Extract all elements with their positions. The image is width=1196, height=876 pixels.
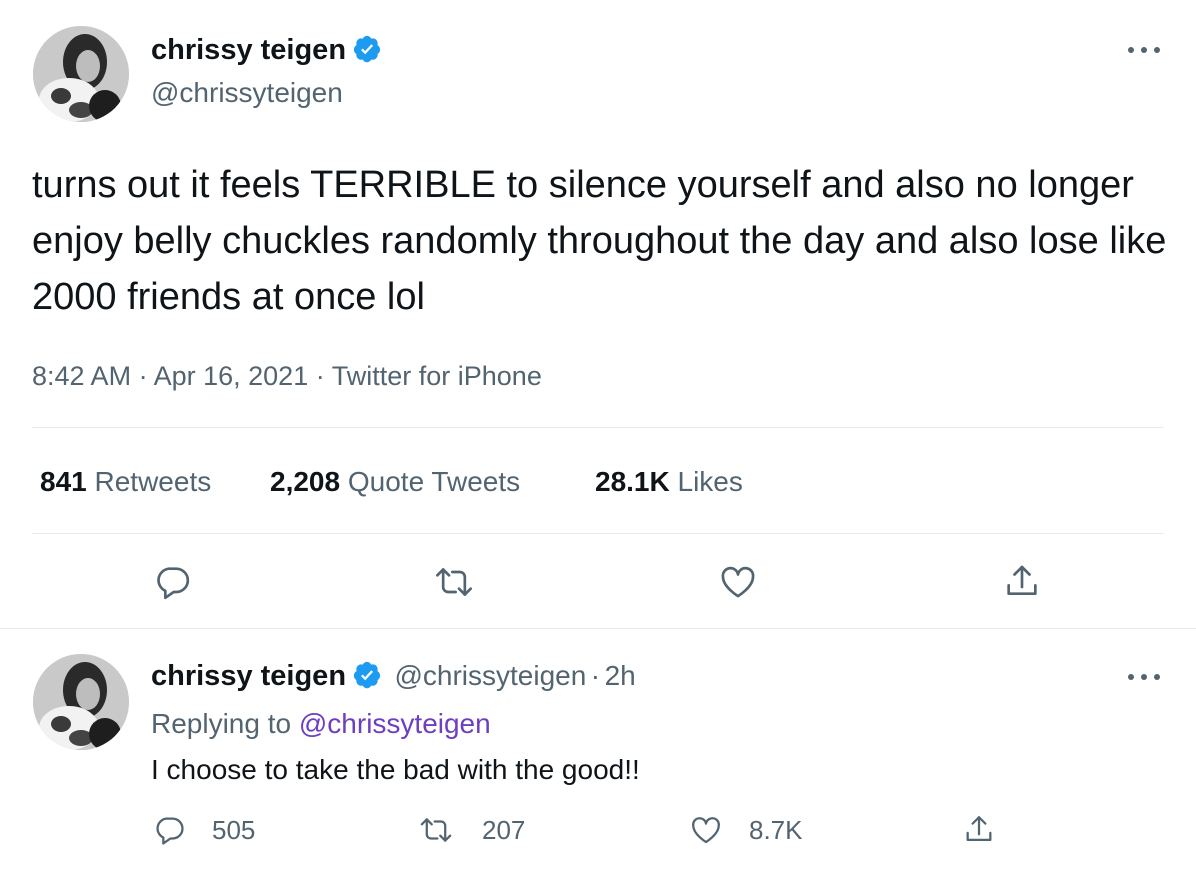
- retweet-button[interactable]: 207: [418, 813, 525, 847]
- stat-likes[interactable]: 28.1K Likes: [595, 466, 743, 498]
- reply-count: 505: [212, 814, 256, 845]
- meta-separator: ·: [315, 361, 325, 391]
- replying-to-handle[interactable]: @chrissyteigen: [299, 708, 491, 739]
- reply-time[interactable]: 2h: [605, 660, 636, 691]
- reply-icon: [157, 567, 190, 600]
- divider: [32, 533, 1164, 534]
- quotes-label: Quote Tweets: [347, 466, 521, 497]
- avatar-photo: [33, 654, 129, 750]
- more-options-icon[interactable]: [1128, 45, 1162, 55]
- replying-to-prefix: Replying to: [151, 708, 292, 739]
- like-button[interactable]: [718, 562, 758, 602]
- retweet-button[interactable]: [433, 562, 475, 602]
- retweets-count: 841: [40, 466, 87, 497]
- reply-author-name[interactable]: chrissy teigen: [151, 660, 346, 692]
- reply-button[interactable]: [152, 562, 192, 602]
- verified-badge-icon: [352, 660, 382, 690]
- reply-author-handle[interactable]: @chrissyteigen: [394, 660, 586, 691]
- retweets-label: Retweets: [94, 466, 212, 497]
- reply-icon: [156, 817, 184, 845]
- reply-text: I choose to take the bad with the good!!: [151, 754, 640, 785]
- more-options-icon[interactable]: [1128, 672, 1162, 682]
- tweet-time[interactable]: 8:42 AM: [32, 361, 131, 391]
- retweet-count: 207: [482, 814, 526, 845]
- reply-author-row: chrissy teigen @chrissyteigen · 2h: [151, 660, 636, 693]
- retweet-icon: [420, 818, 452, 842]
- share-icon: [966, 816, 992, 842]
- author-name[interactable]: chrissy teigen: [151, 34, 346, 66]
- tweet-source[interactable]: Twitter for iPhone: [332, 361, 542, 391]
- likes-label: Likes: [677, 466, 743, 497]
- share-button[interactable]: [1002, 562, 1042, 602]
- like-count: 8.7K: [749, 814, 803, 845]
- tweet-text: turns out it feels TERRIBLE to silence y…: [32, 164, 1167, 318]
- avatar[interactable]: [33, 26, 129, 122]
- divider: [0, 628, 1196, 629]
- replying-to-line: Replying to @chrissyteigen: [151, 708, 491, 740]
- like-button[interactable]: 8.7K: [689, 813, 803, 847]
- reply-button[interactable]: 505: [152, 813, 255, 847]
- stat-quote-tweets[interactable]: 2,208 Quote Tweets: [270, 466, 520, 498]
- stat-retweets[interactable]: 841 Retweets: [40, 466, 211, 498]
- divider: [32, 427, 1164, 428]
- avatar[interactable]: [33, 654, 129, 750]
- author-handle[interactable]: @chrissyteigen: [151, 77, 343, 109]
- quotes-count: 2,208: [270, 466, 341, 497]
- share-button[interactable]: [962, 813, 996, 847]
- avatar-photo: [33, 26, 129, 122]
- tweet-meta: 8:42 AM · Apr 16, 2021 · Twitter for iPh…: [32, 361, 542, 392]
- like-icon: [692, 817, 720, 844]
- author-row: chrissy teigen: [151, 34, 382, 67]
- meta-separator: ·: [590, 660, 601, 691]
- like-icon: [721, 566, 755, 598]
- retweet-icon: [436, 568, 472, 596]
- likes-count: 28.1K: [595, 466, 670, 497]
- tweet-date[interactable]: Apr 16, 2021: [154, 361, 309, 391]
- verified-badge-icon: [352, 34, 382, 64]
- meta-separator: ·: [138, 361, 148, 391]
- share-icon: [1007, 565, 1037, 595]
